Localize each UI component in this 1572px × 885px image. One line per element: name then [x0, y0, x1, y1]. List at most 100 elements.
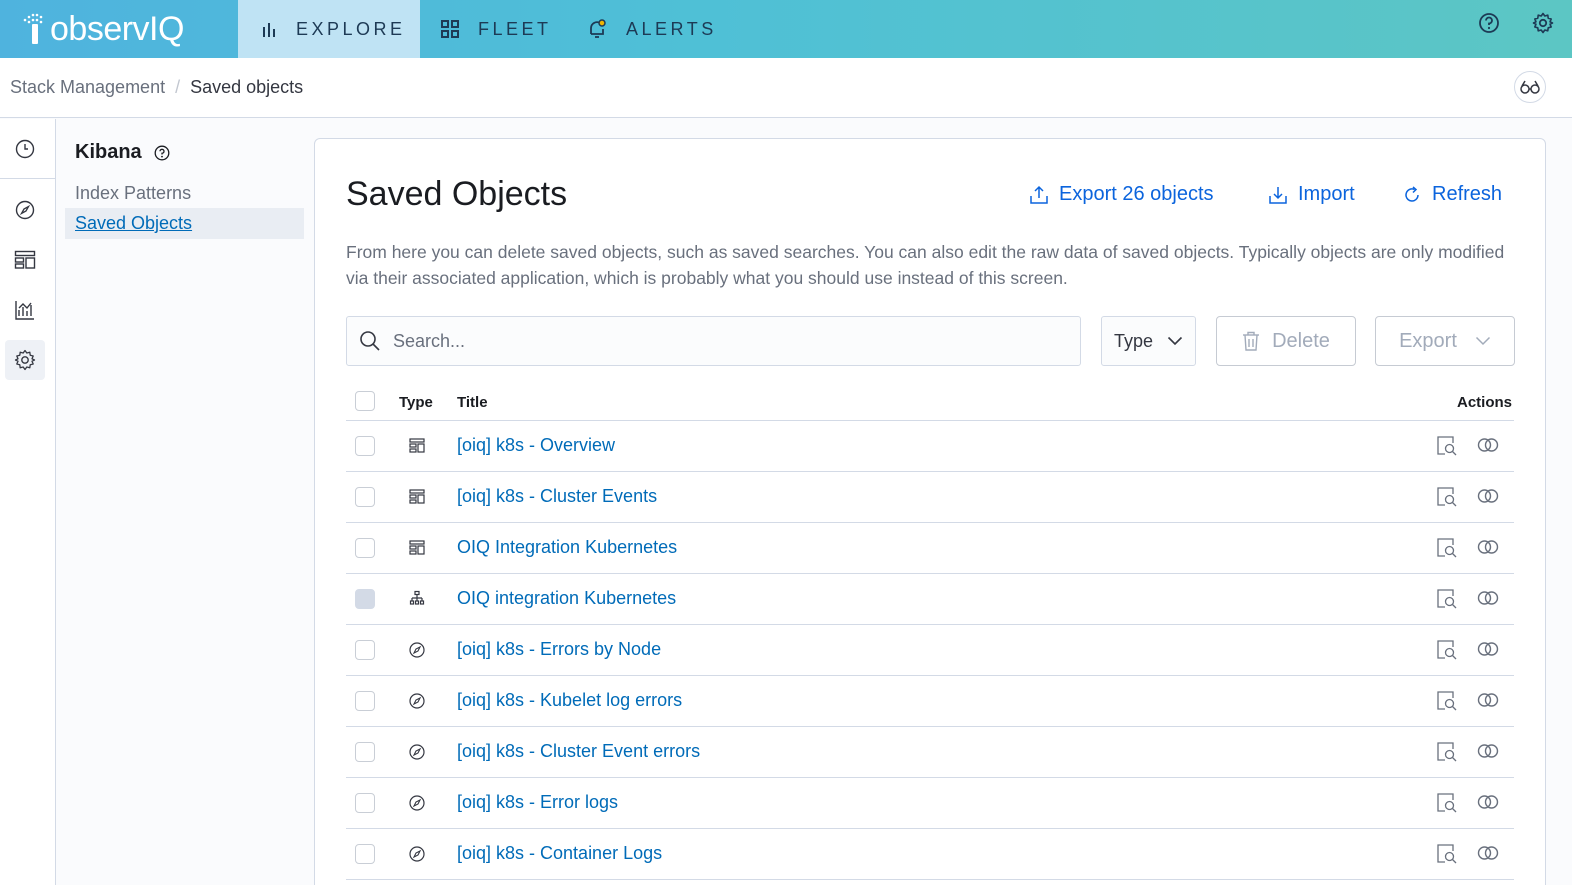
breadcrumb-saved-objects: Saved objects — [190, 77, 304, 97]
type-filter-button[interactable]: Type — [1101, 316, 1196, 366]
page-title: Saved Objects — [346, 175, 568, 213]
relationships-icon[interactable] — [1477, 742, 1499, 760]
export-button[interactable]: Export — [1375, 316, 1515, 366]
help-icon[interactable] — [1478, 12, 1500, 34]
refresh-label: Refresh — [1432, 183, 1503, 205]
delete-label: Delete — [1272, 329, 1330, 352]
relationships-icon[interactable] — [1477, 793, 1499, 811]
relationships-icon[interactable] — [1477, 538, 1499, 556]
compass-icon — [409, 642, 425, 658]
table-row: [oiq] k8s - Error logs — [346, 778, 1514, 829]
page-description: From here you can delete saved objects, … — [346, 242, 1505, 288]
clock-icon — [15, 139, 35, 159]
sidenav-saved-objects[interactable]: Saved Objects — [65, 208, 304, 239]
logo-icon — [23, 13, 43, 44]
row-checkbox[interactable] — [355, 844, 375, 864]
breadcrumb-stack-management[interactable]: Stack Management — [10, 77, 165, 98]
row-title-link[interactable]: [oiq] k8s - Error logs — [457, 792, 618, 813]
row-title-link[interactable]: [oiq] k8s - Kubelet log errors — [457, 690, 682, 711]
refresh-button[interactable]: Refresh — [1402, 183, 1502, 206]
search-box — [346, 316, 1081, 366]
inspect-icon[interactable] — [1436, 690, 1458, 712]
delete-button[interactable]: Delete — [1216, 316, 1356, 366]
left-rail — [0, 119, 56, 885]
bar-chart-icon — [263, 23, 275, 37]
column-header-title[interactable]: Title — [457, 394, 488, 411]
nav-alerts-label: ALERTS — [626, 18, 717, 39]
relationships-icon[interactable] — [1477, 640, 1499, 658]
side-nav: Kibana Index Patterns Saved Objects — [56, 119, 314, 885]
table-header: Type Title Actions — [346, 382, 1514, 421]
rail-dashboard[interactable] — [5, 240, 45, 280]
rail-discover[interactable] — [5, 190, 45, 230]
rail-visualize[interactable] — [5, 290, 45, 330]
relationships-icon[interactable] — [1477, 691, 1499, 709]
row-checkbox[interactable] — [355, 640, 375, 660]
glasses-button[interactable] — [1514, 71, 1546, 103]
inspect-icon[interactable] — [1436, 588, 1458, 610]
rail-recent[interactable] — [5, 129, 45, 169]
breadcrumb-separator: / — [175, 77, 181, 97]
row-checkbox[interactable] — [355, 436, 375, 456]
nav-alerts[interactable]: ALERTS — [586, 0, 717, 58]
row-checkbox-disabled — [355, 589, 375, 609]
import-button[interactable]: Import — [1268, 183, 1355, 206]
type-filter-label: Type — [1114, 330, 1154, 351]
gear-icon[interactable] — [1532, 12, 1554, 34]
table-row: OIQ integration Kubernetes — [346, 574, 1514, 625]
row-title-link[interactable]: [oiq] k8s - Errors by Node — [457, 639, 661, 660]
nav-fleet[interactable]: FLEET — [440, 0, 552, 58]
search-input[interactable] — [393, 330, 1053, 352]
row-title-link[interactable]: [oiq] k8s - Overview — [457, 435, 615, 456]
row-checkbox[interactable] — [355, 793, 375, 813]
row-title-link[interactable]: [oiq] k8s - Cluster Event errors — [457, 741, 700, 762]
inspect-icon[interactable] — [1436, 843, 1458, 865]
column-header-type[interactable]: Type — [399, 394, 433, 411]
table-row: OIQ Integration Kubernetes — [346, 523, 1514, 574]
sidenav-title: Kibana — [75, 141, 170, 164]
dashboard-icon — [409, 489, 425, 504]
row-checkbox[interactable] — [355, 487, 375, 507]
relationships-icon[interactable] — [1477, 487, 1499, 505]
inspect-icon[interactable] — [1436, 792, 1458, 814]
row-checkbox[interactable] — [355, 691, 375, 711]
rail-stack-management[interactable] — [5, 340, 45, 380]
dashboard-icon — [14, 250, 36, 269]
dashboard-icon — [409, 540, 425, 555]
table-row: [oiq] k8s - Kubelet log errors — [346, 676, 1514, 727]
sidenav-index-patterns[interactable]: Index Patterns — [65, 178, 304, 209]
column-header-actions: Actions — [1456, 394, 1512, 411]
row-checkbox[interactable] — [355, 538, 375, 558]
export-all-button[interactable]: Export 26 objects — [1029, 183, 1214, 206]
top-bar: observIQ EXPLORE FLEET ALERTS — [0, 0, 1572, 58]
export-icon — [1030, 185, 1048, 204]
grid-icon — [441, 20, 459, 38]
compass-icon — [15, 200, 35, 220]
logo[interactable]: observIQ — [0, 0, 238, 58]
row-title-link[interactable]: OIQ Integration Kubernetes — [457, 537, 677, 558]
select-all-checkbox[interactable] — [355, 391, 375, 411]
table-row: [oiq] k8s - Cluster Events — [346, 472, 1514, 523]
inspect-icon[interactable] — [1436, 639, 1458, 661]
gear-icon — [14, 349, 36, 371]
row-title-link[interactable]: [oiq] k8s - Cluster Events — [457, 486, 657, 507]
relationships-icon[interactable] — [1477, 436, 1499, 454]
logo-text: observIQ — [50, 9, 184, 48]
inspect-icon[interactable] — [1436, 741, 1458, 763]
row-checkbox[interactable] — [355, 742, 375, 762]
trash-icon — [1243, 331, 1260, 351]
glasses-icon — [1520, 80, 1540, 94]
inspect-icon[interactable] — [1436, 435, 1458, 457]
compass-icon — [409, 846, 425, 862]
nav-explore[interactable]: EXPLORE — [238, 0, 420, 58]
relationships-icon[interactable] — [1477, 844, 1499, 862]
help-icon[interactable] — [154, 145, 170, 161]
row-title-link[interactable]: OIQ integration Kubernetes — [457, 588, 676, 609]
inspect-icon[interactable] — [1436, 486, 1458, 508]
saved-objects-panel: Saved Objects Export 26 objects Import R… — [314, 138, 1546, 885]
export-all-label: Export 26 objects — [1059, 183, 1214, 205]
row-title-link[interactable]: [oiq] k8s - Container Logs — [457, 843, 662, 864]
dashboard-icon — [409, 438, 425, 453]
inspect-icon[interactable] — [1436, 537, 1458, 559]
relationships-icon[interactable] — [1477, 589, 1499, 607]
